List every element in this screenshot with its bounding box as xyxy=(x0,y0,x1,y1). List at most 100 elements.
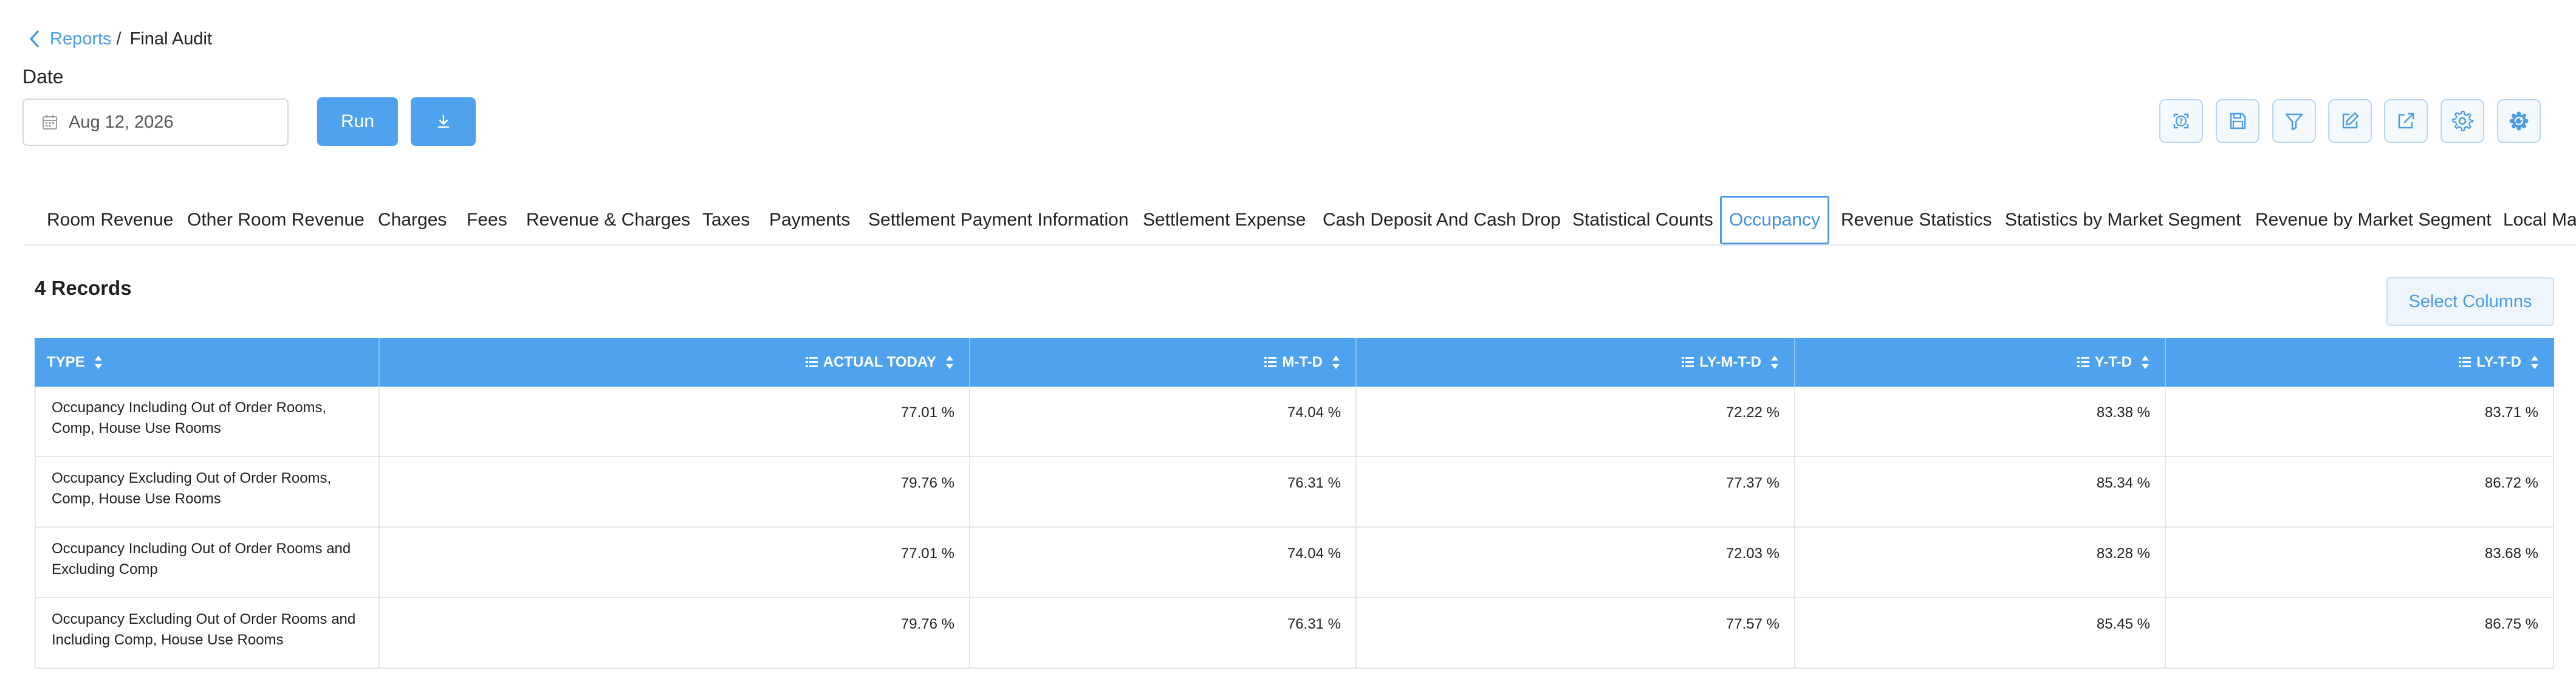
ytd-cell: 85.45 % xyxy=(1795,598,2166,668)
sort-icon[interactable] xyxy=(1331,353,1341,371)
tab-revenue-statistics[interactable]: Revenue Statistics xyxy=(1841,196,1992,244)
tab-fees[interactable]: Fees xyxy=(467,196,507,244)
column-header-ytd[interactable]: Y-T-D xyxy=(1795,338,2166,387)
tab-taxes[interactable]: Taxes xyxy=(702,196,750,244)
export-button[interactable] xyxy=(2384,99,2428,143)
help-icon: ? xyxy=(2170,109,2193,133)
column-header-mtd[interactable]: M-T-D xyxy=(970,338,1357,387)
type-text-line: Including Comp, House Use Rooms xyxy=(52,632,284,648)
table-row[interactable]: Occupancy Excluding Out of Order Rooms a… xyxy=(35,598,2554,669)
breadcrumb-reports-link[interactable]: Reports xyxy=(50,29,112,49)
ly-td-cell: 86.75 % xyxy=(2166,598,2554,668)
date-label: Date xyxy=(22,66,64,88)
tab-cash-deposit-and-cash-drop[interactable]: Cash Deposit And Cash Drop xyxy=(1323,196,1561,244)
tab-local-ma[interactable]: Local Ma xyxy=(2503,196,2576,244)
column-filter-icon[interactable] xyxy=(2458,356,2472,369)
date-input[interactable]: Aug 12, 2026 xyxy=(22,98,289,146)
column-filter-icon[interactable] xyxy=(1264,356,1277,369)
column-header-type[interactable]: TYPE xyxy=(35,338,380,387)
sort-icon[interactable] xyxy=(1770,353,1780,371)
mtd-cell: 76.31 % xyxy=(970,598,1357,668)
tab-settlement-expense[interactable]: Settlement Expense xyxy=(1143,196,1306,244)
sort-icon[interactable] xyxy=(2530,353,2540,371)
column-header-label: M-T-D xyxy=(1282,354,1323,370)
tab-charges[interactable]: Charges xyxy=(378,196,447,244)
download-button[interactable] xyxy=(411,97,476,146)
column-header-label: ACTUAL TODAY xyxy=(823,354,936,370)
mtd-cell: 76.31 % xyxy=(970,457,1357,526)
type-text-line: Occupancy Excluding Out of Order Rooms a… xyxy=(52,611,356,627)
column-header-label: TYPE xyxy=(47,354,85,370)
settings-icon xyxy=(2451,109,2474,133)
records-count: 4 Records xyxy=(35,277,132,299)
type-cell: Occupancy Excluding Out of Order Rooms a… xyxy=(35,598,380,668)
tab-statistical-counts[interactable]: Statistical Counts xyxy=(1572,196,1713,244)
column-filter-icon[interactable] xyxy=(805,356,818,369)
tab-room-revenue[interactable]: Room Revenue xyxy=(47,196,173,244)
occupancy-table: TYPE ACTUAL TODAY M-T-D LY-M-T-D Y-T-D L… xyxy=(35,338,2554,687)
ly-mtd-cell: 77.57 % xyxy=(1357,598,1795,668)
run-button[interactable]: Run xyxy=(317,97,398,146)
sort-icon[interactable] xyxy=(94,353,103,371)
type-cell: Occupancy Excluding Out of Order Rooms, … xyxy=(35,457,380,526)
sort-icon[interactable] xyxy=(2140,353,2150,371)
help-button[interactable]: ? xyxy=(2159,99,2203,143)
ly-td-cell: 83.71 % xyxy=(2166,387,2554,456)
tab-settlement-payment-information[interactable]: Settlement Payment Information xyxy=(868,196,1129,244)
column-header-actual-today[interactable]: ACTUAL TODAY xyxy=(380,338,970,387)
chevron-left-icon[interactable] xyxy=(28,30,41,48)
column-header-label: LY-M-T-D xyxy=(1699,354,1761,370)
tab-revenue-by-market-segment[interactable]: Revenue by Market Segment xyxy=(2255,196,2492,244)
table-row[interactable]: Occupancy Including Out of Order Rooms, … xyxy=(35,387,2554,457)
tab-revenue-charges[interactable]: Revenue & Charges xyxy=(526,196,690,244)
tab-statistics-by-market-segment[interactable]: Statistics by Market Segment xyxy=(2005,196,2241,244)
breadcrumb: Reports / Final Audit xyxy=(28,27,212,51)
edit-icon xyxy=(2339,110,2361,132)
type-text-line: Occupancy Including Out of Order Rooms, xyxy=(52,399,327,416)
select-columns-button[interactable]: Select Columns xyxy=(2386,277,2554,326)
column-filter-icon[interactable] xyxy=(2077,356,2090,369)
type-cell: Occupancy Including Out of Order Rooms, … xyxy=(35,387,380,456)
tab-other-room-revenue[interactable]: Other Room Revenue xyxy=(187,196,365,244)
gear-refresh-button[interactable] xyxy=(2497,99,2541,143)
report-toolbar: ? xyxy=(2159,99,2542,143)
settings-button[interactable] xyxy=(2441,99,2484,143)
column-header-ly-td[interactable]: LY-T-D xyxy=(2166,338,2554,387)
tab-occupancy[interactable]: Occupancy xyxy=(1720,196,1829,244)
ly-mtd-cell: 72.03 % xyxy=(1357,528,1795,597)
gear-refresh-icon xyxy=(2507,109,2531,133)
save-button[interactable] xyxy=(2216,99,2259,143)
column-header-ly-mtd[interactable]: LY-M-T-D xyxy=(1357,338,1795,387)
column-header-label: Y-T-D xyxy=(2094,354,2132,370)
type-text-line: Excluding Comp xyxy=(52,561,158,578)
ly-td-cell: 83.68 % xyxy=(2166,528,2554,597)
column-filter-icon[interactable] xyxy=(1681,356,1694,369)
report-tabs: Room Revenue Other Room Revenue Charges … xyxy=(24,196,2576,246)
ly-mtd-cell: 77.37 % xyxy=(1357,457,1795,526)
ytd-cell: 83.38 % xyxy=(1795,387,2166,456)
ytd-cell: 85.34 % xyxy=(1795,457,2166,526)
actual-today-cell: 79.76 % xyxy=(380,457,970,526)
table-row[interactable]: Occupancy Excluding Out of Order Rooms, … xyxy=(35,457,2554,528)
export-icon xyxy=(2395,110,2417,132)
breadcrumb-separator: / xyxy=(116,29,122,49)
filter-button[interactable] xyxy=(2272,99,2316,143)
column-header-label: LY-T-D xyxy=(2476,354,2521,370)
sort-icon[interactable] xyxy=(945,353,954,371)
ytd-cell: 83.28 % xyxy=(1795,528,2166,597)
ly-mtd-cell: 72.22 % xyxy=(1357,387,1795,456)
tab-payments[interactable]: Payments xyxy=(769,196,850,244)
edit-button[interactable] xyxy=(2328,99,2372,143)
type-text-line: Comp, House Use Rooms xyxy=(52,491,221,507)
table-row[interactable]: Occupancy Including Out of Order Rooms a… xyxy=(35,528,2554,598)
ly-td-cell: 86.72 % xyxy=(2166,457,2554,526)
mtd-cell: 74.04 % xyxy=(970,387,1357,456)
svg-text:?: ? xyxy=(2179,117,2184,126)
breadcrumb-current: Final Audit xyxy=(129,29,213,49)
type-cell: Occupancy Including Out of Order Rooms a… xyxy=(35,528,380,597)
download-icon xyxy=(436,114,451,129)
table-header: TYPE ACTUAL TODAY M-T-D LY-M-T-D Y-T-D L… xyxy=(35,338,2554,387)
type-text-line: Occupancy Including Out of Order Rooms a… xyxy=(52,540,351,557)
actual-today-cell: 79.76 % xyxy=(380,598,970,668)
actual-today-cell: 77.01 % xyxy=(380,528,970,597)
